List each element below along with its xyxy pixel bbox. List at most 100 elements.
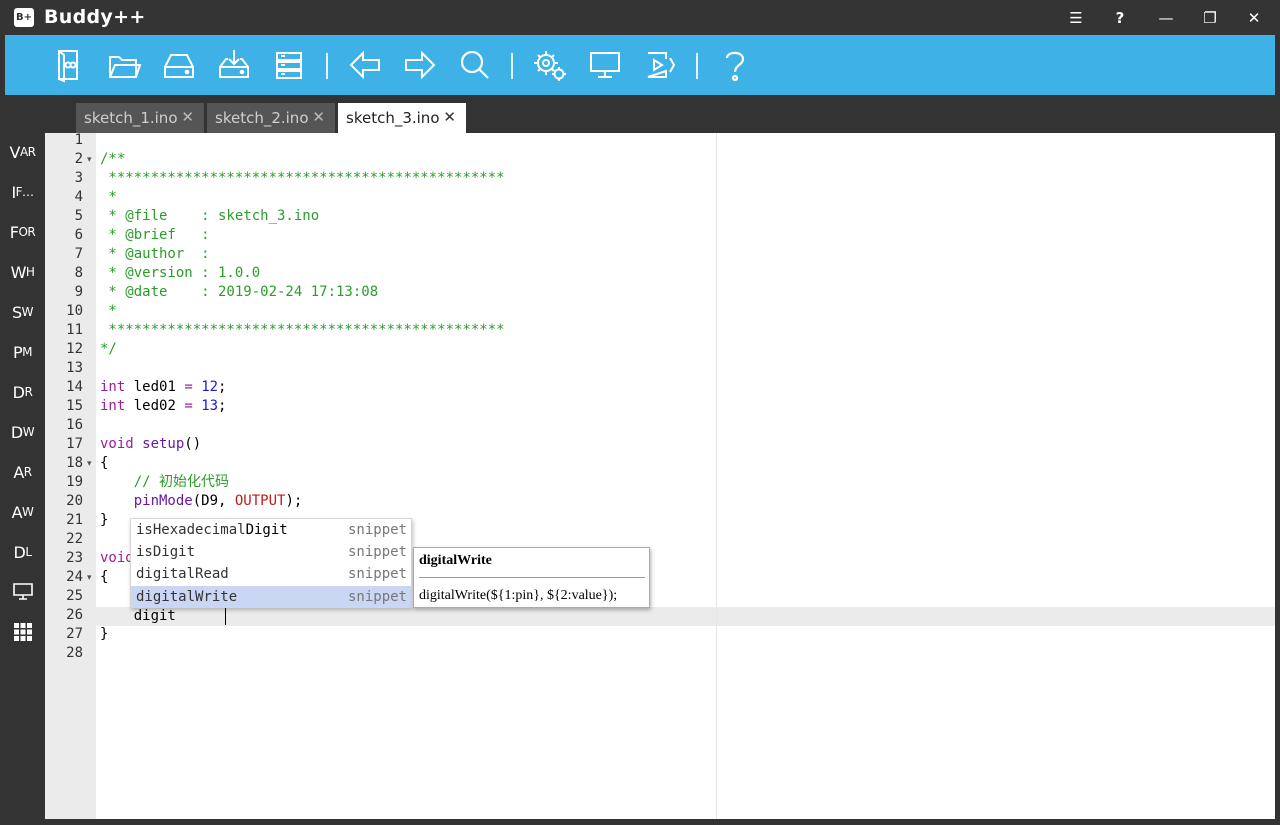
menu-button[interactable]: ☰: [1054, 0, 1098, 35]
line-number: 17: [66, 436, 83, 452]
title-bar: B+ Buddy++ ☰ ? — ❐ ✕: [0, 0, 1280, 35]
tab-sketch-2[interactable]: sketch_2.ino ✕: [207, 103, 335, 133]
code-line-24: {: [100, 569, 109, 585]
autocomplete-item[interactable]: isDigit snippet: [131, 541, 411, 563]
upload-button[interactable]: [640, 45, 680, 85]
tab-label: sketch_2.ino: [215, 109, 309, 127]
sidebar-item-var[interactable]: V AR: [0, 137, 45, 167]
close-tab-icon[interactable]: ✕: [443, 108, 456, 126]
drive-icon: [164, 54, 194, 78]
sidebar-item-switch[interactable]: SW: [0, 297, 45, 327]
open-folder-icon: [109, 56, 142, 78]
settings-gears-icon: [534, 51, 566, 81]
line-number: 18: [66, 455, 83, 471]
code-line-11: ****************************************…: [100, 322, 505, 338]
doc-tooltip-signature: digitalWrite(${1:pin}, ${2:value});: [419, 588, 618, 603]
tab-sketch-1[interactable]: sketch_1.ino ✕: [76, 103, 204, 133]
autocomplete-item-type: snippet: [347, 522, 407, 538]
monitor-icon: [590, 52, 620, 78]
code-line-15: int led02 = 13;: [100, 398, 227, 414]
fold-toggle-icon[interactable]: ▾: [87, 454, 92, 473]
line-number: 6: [74, 227, 83, 243]
restore-button[interactable]: ❐: [1188, 0, 1232, 35]
arrow-right-icon: [405, 50, 436, 80]
new-sketch-button[interactable]: [49, 45, 89, 85]
line-number: 2: [74, 151, 83, 167]
close-tab-icon[interactable]: ✕: [181, 108, 194, 126]
line-number: 7: [74, 246, 83, 262]
sidebar-item-analogread[interactable]: AR: [0, 457, 45, 487]
sidebar-item-for[interactable]: F OR: [0, 217, 45, 247]
monitor-icon: [12, 583, 33, 600]
code-line-2: /**: [100, 151, 126, 167]
tab-sketch-3[interactable]: sketch_3.ino ✕: [338, 103, 466, 133]
code-line-6: * @brief :: [100, 227, 210, 243]
code-line-3: ****************************************…: [100, 170, 505, 186]
toolbar-separator: [511, 53, 513, 79]
monitor-button[interactable]: [585, 45, 625, 85]
close-window-button[interactable]: ✕: [1232, 0, 1276, 35]
close-tab-icon[interactable]: ✕: [312, 108, 325, 126]
search-button[interactable]: [455, 45, 495, 85]
line-number: 9: [74, 284, 83, 300]
sidebar-item-delay[interactable]: DL: [0, 537, 45, 567]
sidebar-item-apps[interactable]: [0, 617, 45, 647]
print-margin: [716, 133, 717, 819]
fold-toggle-icon[interactable]: ▾: [87, 568, 92, 587]
forward-button[interactable]: [400, 45, 440, 85]
new-sketch-icon: [58, 50, 78, 83]
sidebar-item-pinmode[interactable]: PM: [0, 337, 45, 367]
block-sidebar: V AR I F… F OR WH SW PM DR DW AR AW DL: [0, 95, 45, 825]
arrow-left-icon: [349, 50, 380, 80]
code-line-23: void: [100, 550, 134, 566]
line-number: 20: [66, 493, 83, 509]
line-number: 14: [66, 379, 83, 395]
line-number: 13: [66, 360, 83, 376]
search-icon: [460, 50, 489, 79]
back-button[interactable]: [345, 45, 385, 85]
window-border: [1275, 95, 1280, 825]
active-line-highlight: [45, 607, 1275, 626]
code-line-19: // 初始化代码: [100, 474, 230, 490]
server-button[interactable]: [269, 45, 309, 85]
line-number: 26: [66, 607, 83, 623]
line-number: 24: [66, 569, 83, 585]
code-line-4: *: [100, 189, 117, 205]
help-button[interactable]: ?: [1098, 0, 1142, 35]
upload-icon: [647, 52, 676, 78]
doc-tooltip: digitalWrite digitalWrite(${1:pin}, ${2:…: [413, 547, 650, 608]
line-number: 21: [66, 512, 83, 528]
sidebar-item-while[interactable]: WH: [0, 257, 45, 287]
open-button[interactable]: [104, 45, 144, 85]
sidebar-item-digitalread[interactable]: DR: [0, 377, 45, 407]
sidebar-item-digitalwrite[interactable]: DW: [0, 417, 45, 447]
settings-button[interactable]: [530, 45, 570, 85]
line-number: 8: [74, 265, 83, 281]
app-title: Buddy++: [44, 6, 146, 28]
grid-icon: [13, 623, 32, 641]
code-line-12: */: [100, 341, 117, 357]
autocomplete-item[interactable]: isHexadecimalDigit snippet: [131, 519, 411, 541]
minimize-button[interactable]: —: [1144, 0, 1188, 35]
sidebar-item-analogwrite[interactable]: AW: [0, 497, 45, 527]
autocomplete-item[interactable]: digitalRead snippet: [131, 563, 411, 585]
save-button[interactable]: [214, 45, 254, 85]
code-line-18: {: [100, 455, 109, 471]
code-editor[interactable]: 1 2 ▾ 3 4 5 6 7 8 9 10 11 12 13 14 15 16 17 18 ▾ 19 20 21 22 23 2…: [45, 132, 1275, 819]
code-line-26: digit: [100, 608, 176, 624]
doc-tooltip-title: digitalWrite: [419, 553, 492, 568]
code-line-9: * @date : 2019-02-24 17:13:08: [100, 284, 379, 300]
line-number: 5: [74, 208, 83, 224]
sidebar-item-monitor[interactable]: [0, 577, 45, 607]
help-toolbar-button[interactable]: [715, 45, 755, 85]
line-number: 11: [66, 322, 83, 338]
fold-toggle-icon[interactable]: ▾: [87, 150, 92, 169]
autocomplete-item-selected[interactable]: digitalWrite snippet: [131, 586, 411, 608]
tab-label: sketch_3.ino: [346, 109, 440, 127]
help-icon: [725, 51, 745, 82]
server-icon: [276, 52, 302, 79]
sidebar-item-if[interactable]: I F…: [0, 177, 45, 207]
drive-button[interactable]: [159, 45, 199, 85]
autocomplete-item-type: snippet: [347, 589, 407, 605]
line-number: 12: [66, 341, 83, 357]
